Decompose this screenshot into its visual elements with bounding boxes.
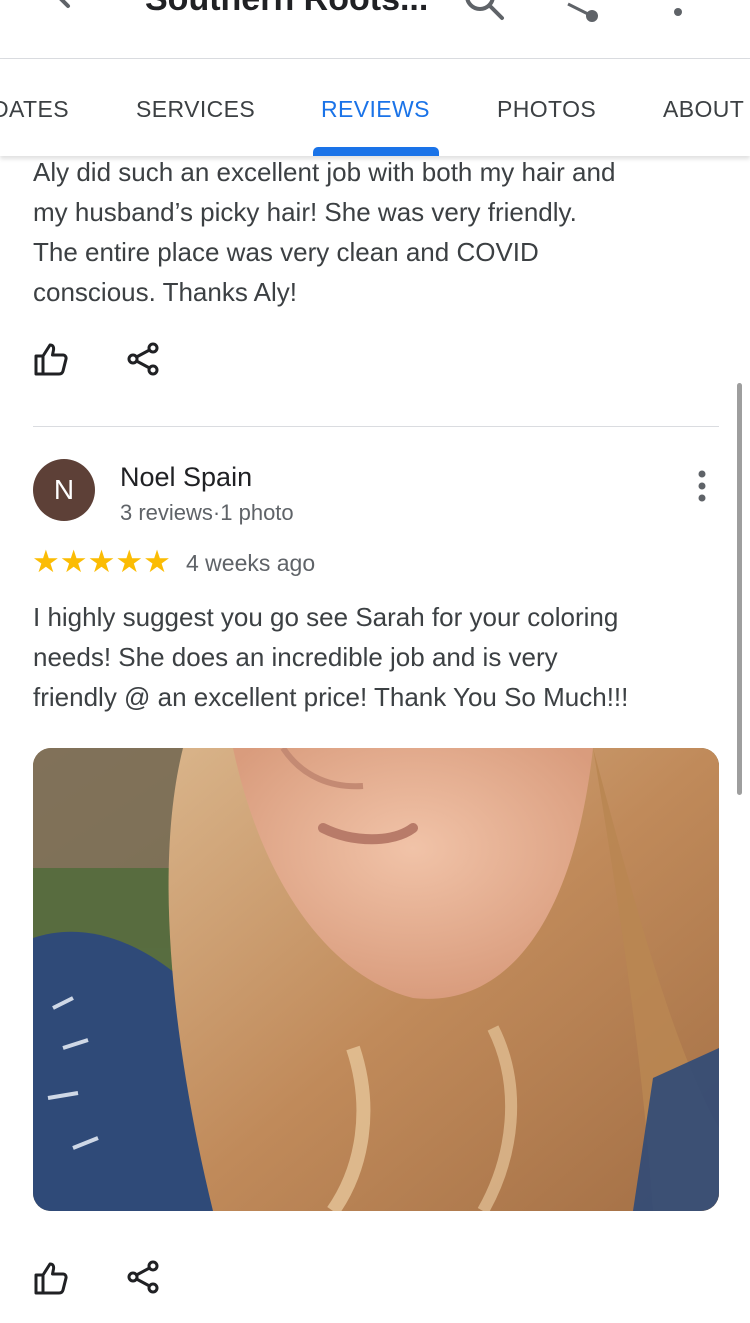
- tab-services[interactable]: SERVICES: [136, 96, 255, 123]
- scrollbar[interactable]: [737, 383, 742, 795]
- page-title: Southern Roots...: [145, 0, 428, 19]
- review-text-line: friendly @ an excellent price! Thank You…: [33, 682, 629, 712]
- share-icon[interactable]: [558, 0, 602, 26]
- share-icon[interactable]: [126, 341, 162, 377]
- back-arrow-icon[interactable]: [50, 0, 94, 16]
- tab-bar: DATES SERVICES REVIEWS PHOTOS ABOUT: [0, 59, 750, 156]
- review-text-line: needs! She does an incredible job and is…: [33, 642, 558, 672]
- tab-reviews[interactable]: REVIEWS: [321, 96, 430, 123]
- tab-updates[interactable]: DATES: [0, 96, 69, 123]
- tab-about[interactable]: ABOUT: [663, 96, 744, 123]
- review-date: 4 weeks ago: [186, 550, 316, 576]
- reviewer-name[interactable]: Noel Spain: [120, 462, 252, 493]
- review-text: I highly suggest you go see Sarah for yo…: [33, 597, 693, 717]
- search-icon[interactable]: [462, 0, 506, 22]
- review-photo-image: [33, 748, 719, 1211]
- review-text-line: The entire place was very clean and COVI…: [33, 237, 539, 267]
- review-text-line: Aly did such an excellent job with both …: [33, 157, 616, 187]
- thumb-up-icon[interactable]: [33, 341, 69, 377]
- share-icon[interactable]: [126, 1259, 162, 1295]
- review-divider: [33, 426, 719, 427]
- app-bar: Southern Roots...: [0, 0, 750, 59]
- avatar[interactable]: N: [33, 459, 95, 521]
- more-vert-icon[interactable]: [690, 466, 714, 506]
- thumb-up-icon[interactable]: [33, 1260, 69, 1296]
- active-tab-indicator: [313, 147, 439, 156]
- reviewer-meta: 3 reviews·1 photo: [120, 500, 294, 525]
- review-text-line: I highly suggest you go see Sarah for yo…: [33, 602, 619, 632]
- review-text-line: my husband’s picky hair! She was very fr…: [33, 197, 577, 227]
- review-text-line: conscious. Thanks Aly!: [33, 277, 297, 307]
- review-photo[interactable]: [33, 748, 719, 1211]
- tab-photos[interactable]: PHOTOS: [497, 96, 596, 123]
- star-rating: ★★★★★: [32, 544, 171, 579]
- review-text: Aly did such an excellent job with both …: [33, 152, 693, 312]
- more-vert-icon[interactable]: [667, 0, 689, 26]
